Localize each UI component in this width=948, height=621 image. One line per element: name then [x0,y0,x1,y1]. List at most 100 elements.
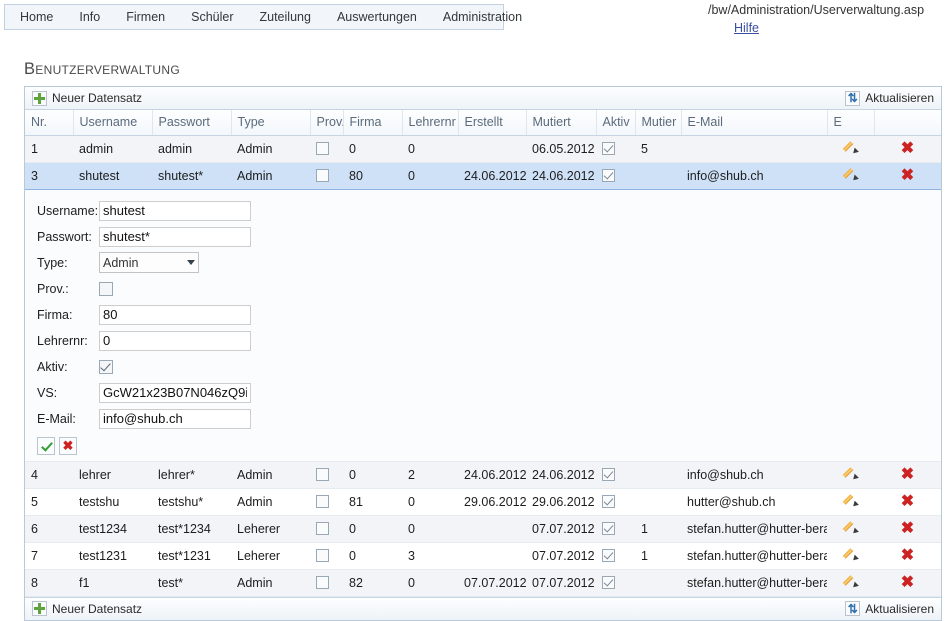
checkbox-unchecked[interactable] [316,168,329,182]
cell-erstellt [458,515,526,543]
aktiv-checkbox[interactable] [99,359,113,374]
col-nr[interactable]: Nr. [25,110,74,136]
save-button[interactable] [37,436,55,455]
cell-erstellt: 24.06.2012 [458,161,526,190]
cell-username: test1231 [73,542,152,570]
type-select[interactable]: Admin [99,252,199,273]
table-row[interactable]: 3 shutest shutest* Admin 80 0 24.06.2012 24.06.… [25,161,941,190]
email-input[interactable] [99,408,251,429]
edit-row-button[interactable] [827,542,874,570]
delete-row-button[interactable]: ✖ [874,569,941,597]
checkbox-checked[interactable] [602,467,615,481]
col-username[interactable]: Username [73,110,153,136]
checkbox-checked[interactable] [602,575,615,589]
new-record-button-top[interactable]: Neuer Datensatz [29,90,145,107]
edit-row-button[interactable] [827,569,874,597]
col-passwort[interactable]: Passwort [152,110,232,136]
cell-mutier: 1 [635,542,681,570]
nav-item-info[interactable]: Info [66,5,113,29]
edit-row-button[interactable] [827,135,874,163]
nav-item-administration[interactable]: Administration [430,5,535,29]
cell-mutier [635,488,681,516]
firma-input[interactable] [99,304,251,325]
cell-aktiv [596,161,635,190]
cell-erstellt: 29.06.2012 [458,488,526,516]
checkbox-unchecked[interactable] [316,521,329,535]
delete-row-button[interactable]: ✖ [874,135,941,163]
cell-prov [310,569,343,597]
cell-prov [310,488,343,516]
new-record-button-bottom[interactable]: Neuer Datensatz [29,600,145,617]
edit-row-button[interactable] [827,488,874,516]
col-type[interactable]: Type [231,110,311,136]
table-row[interactable]: 6 test1234 test*1234 Leherer 0 0 07.07.2012 1st… [25,515,941,543]
new-record-label-bottom: Neuer Datensatz [52,601,143,616]
prov-checkbox[interactable] [99,281,113,296]
chevron-down-icon [187,260,195,265]
col-prov[interactable]: Prov. [310,110,344,136]
delete-row-button[interactable]: ✖ [874,515,941,543]
delete-row-button[interactable]: ✖ [874,488,941,516]
passwort-input[interactable] [99,226,251,247]
refresh-icon: ⇅ [845,601,861,616]
nav-item-firmen[interactable]: Firmen [113,5,178,29]
form-field-lehrernr: Lehrernr: [31,328,935,354]
username-input[interactable] [99,200,251,221]
cell-lehrernr: 2 [402,461,458,489]
checkbox-unchecked[interactable] [316,548,329,562]
lehrernr-input[interactable] [99,330,251,351]
col-firma[interactable]: Firma [343,110,403,136]
table-row[interactable]: 5 testshu testshu* Admin 81 0 29.06.2012 29.06.… [25,488,941,516]
checkbox-checked[interactable] [602,521,615,535]
table-row[interactable]: 1 admin admin Admin 0 0 06.05.2012 5 ✖ [25,135,941,163]
delete-row-button[interactable]: ✖ [874,542,941,570]
table-row[interactable]: 4 lehrer lehrer* Admin 0 2 24.06.2012 24.06.201… [25,461,941,489]
col-erstellt[interactable]: Erstellt [458,110,527,136]
checkbox-unchecked[interactable] [316,467,329,481]
table-row[interactable]: 7 test1231 test*1231 Leherer 0 3 07.07.2012 1st… [25,542,941,570]
checkbox-checked[interactable] [602,168,615,182]
cell-erstellt: 07.07.2012 [458,569,526,597]
checkbox-unchecked[interactable] [316,141,329,155]
cell-username: testshu [73,488,152,516]
col-email[interactable]: E-Mail [681,110,828,136]
edit-row-button[interactable] [827,161,874,190]
cell-mutier [635,461,681,489]
vs-input[interactable] [99,382,251,403]
cell-lehrernr: 3 [402,542,458,570]
cell-mutiert: 07.07.2012 [526,569,596,597]
nav-item-home[interactable]: Home [5,5,66,29]
cell-username: lehrer [73,461,152,489]
edit-row-button[interactable] [827,461,874,489]
form-field-prov: Prov.: [31,276,935,302]
nav-item-schueler[interactable]: Schüler [178,5,246,29]
help-link[interactable]: Hilfe [734,20,766,36]
col-lehrernr[interactable]: Lehrernr [402,110,459,136]
edit-row-button[interactable] [827,515,874,543]
checkbox-checked[interactable] [602,141,615,155]
nav-item-auswertungen[interactable]: Auswertungen [324,5,430,29]
delete-x-icon: ✖ [900,465,915,483]
refresh-button-top[interactable]: ⇅ Aktualisieren [842,90,937,107]
checkbox-unchecked[interactable] [316,494,329,508]
cell-type: Admin [231,569,310,597]
checkbox-checked[interactable] [602,548,615,562]
cancel-button[interactable]: ✖ [59,436,77,455]
delete-row-button[interactable]: ✖ [874,461,941,489]
table-row[interactable]: 8 f1 test* Admin 82 0 07.07.2012 07.07.2012 stef… [25,569,941,597]
col-mutier[interactable]: Mutier [635,110,682,136]
checkbox-checked[interactable] [602,494,615,508]
col-mutiert[interactable]: Mutiert [526,110,597,136]
refresh-icon: ⇅ [845,90,861,106]
col-e[interactable]: E [827,110,875,136]
col-aktiv[interactable]: Aktiv [596,110,636,136]
page-title: Benutzerverwaltung [24,60,180,78]
checkbox-unchecked[interactable] [316,575,329,589]
refresh-button-bottom[interactable]: ⇅ Aktualisieren [842,600,937,617]
cell-username: f1 [73,569,152,597]
cell-passwort: test*1231 [152,542,231,570]
form-field-username: Username: [31,198,935,224]
delete-row-button[interactable]: ✖ [874,161,941,190]
nav-item-zuteilung[interactable]: Zuteilung [247,5,324,29]
table-header-row: Nr. Username Passwort Type Prov. Firma L… [25,110,941,136]
